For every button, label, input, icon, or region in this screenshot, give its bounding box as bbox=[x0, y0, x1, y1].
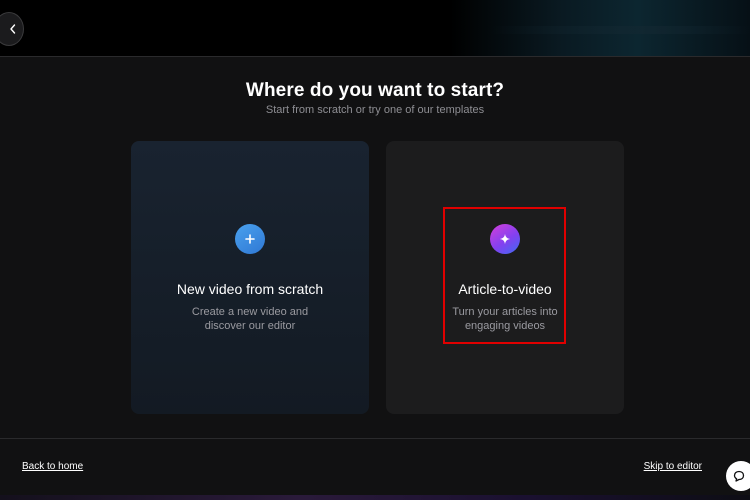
skip-to-editor-link[interactable]: Skip to editor bbox=[644, 461, 702, 472]
chat-bubble-icon bbox=[733, 470, 745, 482]
onboarding-page: Where do you want to start? Start from s… bbox=[0, 0, 750, 500]
card-title: New video from scratch bbox=[176, 281, 324, 297]
card-description: Turn your articles into engaging videos bbox=[386, 305, 624, 333]
new-video-from-scratch-card[interactable]: New video from scratch Create a new vide… bbox=[131, 141, 369, 414]
card-description-line: engaging videos bbox=[464, 320, 546, 332]
card-description-line: discover our editor bbox=[204, 320, 296, 332]
footer: Back to home Skip to editor bbox=[0, 438, 750, 500]
chat-button[interactable] bbox=[726, 461, 750, 491]
top-bar bbox=[0, 0, 750, 57]
plus-icon bbox=[235, 224, 265, 254]
card-description-line: Create a new video and bbox=[191, 306, 309, 318]
bottom-glow bbox=[0, 495, 750, 500]
sparkle-icon bbox=[490, 224, 520, 254]
card-title: Article-to-video bbox=[458, 281, 552, 297]
chevron-left-icon bbox=[10, 24, 16, 34]
article-to-video-card[interactable]: Article-to-video Turn your articles into… bbox=[386, 141, 624, 414]
page-title: Where do you want to start? bbox=[245, 80, 505, 101]
page-subtitle: Start from scratch or try one of our tem… bbox=[265, 104, 485, 116]
card-description: Create a new video and discover our edit… bbox=[131, 305, 369, 333]
card-content: Article-to-video Turn your articles into… bbox=[386, 141, 624, 414]
card-description-line: Turn your articles into bbox=[452, 306, 558, 318]
card-content: New video from scratch Create a new vide… bbox=[131, 141, 369, 414]
back-to-home-link[interactable]: Back to home bbox=[22, 461, 83, 472]
back-button[interactable] bbox=[0, 12, 24, 46]
